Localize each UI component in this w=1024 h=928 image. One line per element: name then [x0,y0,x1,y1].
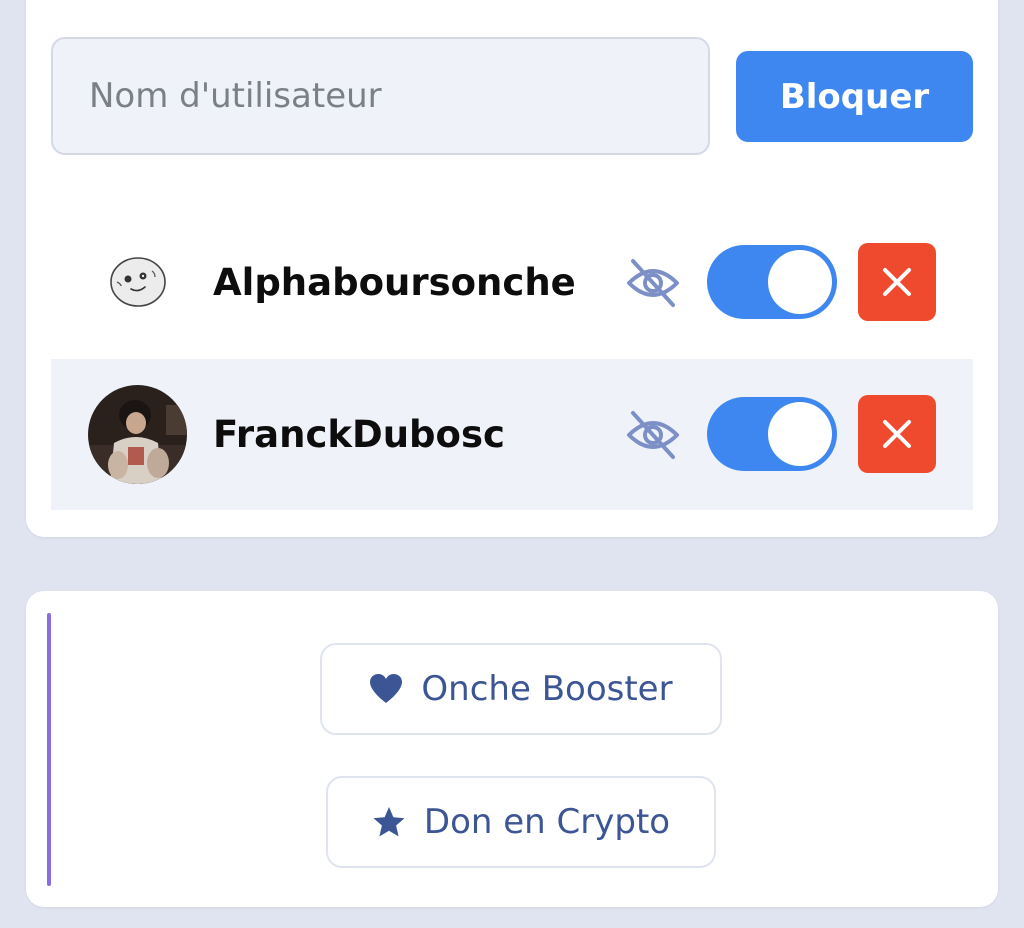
accent-bar [47,613,51,886]
remove-user-button[interactable] [858,395,936,473]
heart-icon [370,674,403,703]
visibility-toggle[interactable] [707,397,837,471]
star-icon [373,807,405,837]
blocked-user-row: FranckDubosc [51,359,973,510]
close-icon [883,420,911,448]
username: FranckDubosc [213,413,505,456]
avatar [88,385,187,484]
blocked-user-row: Alphaboursonche [51,207,973,358]
onche-booster-button[interactable]: Onche Booster [320,643,722,735]
close-icon [883,268,911,296]
crypto-donation-label: Don en Crypto [423,802,671,842]
crypto-donation-button[interactable]: Don en Crypto [326,776,716,868]
avatar [88,233,187,332]
remove-user-button[interactable] [858,243,936,321]
onche-booster-label: Onche Booster [421,669,673,709]
visibility-toggle[interactable] [707,245,837,319]
username: Alphaboursonche [213,261,576,304]
eye-off-icon[interactable] [625,255,681,311]
toggle-knob [768,250,832,314]
username-input[interactable] [51,37,710,155]
toggle-knob [768,402,832,466]
block-button[interactable]: Bloquer [736,51,973,142]
eye-off-icon[interactable] [625,407,681,463]
